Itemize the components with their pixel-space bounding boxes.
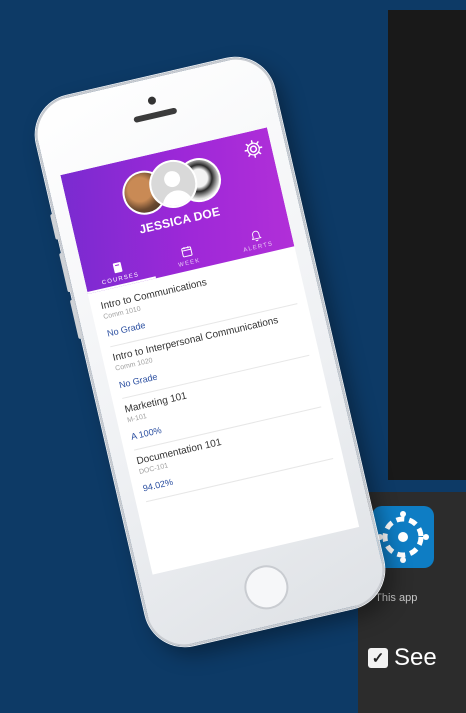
front-camera bbox=[147, 95, 157, 106]
background-panel bbox=[388, 10, 466, 480]
book-icon bbox=[113, 261, 123, 274]
volume-down-button bbox=[69, 299, 83, 340]
phone-device: JESSICA DOE COURSES WEEK ALERTS Intro to… bbox=[27, 49, 393, 655]
tab-alerts-label: ALERTS bbox=[242, 241, 274, 254]
checkbox-label: See bbox=[394, 644, 437, 671]
course-list: Intro to Communications Comm 1010 No Gra… bbox=[88, 246, 344, 508]
volume-up-button bbox=[58, 252, 72, 293]
phone-screen: JESSICA DOE COURSES WEEK ALERTS Intro to… bbox=[60, 127, 360, 575]
tab-week-label: WEEK bbox=[177, 257, 202, 269]
side-button bbox=[49, 213, 60, 240]
home-button[interactable] bbox=[240, 560, 293, 614]
checkbox[interactable]: ✓ bbox=[368, 648, 388, 668]
app-note-text: * This app bbox=[368, 592, 418, 604]
earpiece-speaker bbox=[133, 107, 178, 124]
gear-icon[interactable] bbox=[241, 137, 265, 161]
calendar-icon bbox=[181, 246, 193, 258]
bell-icon bbox=[251, 230, 262, 242]
see-checkbox-row[interactable]: ✓ See bbox=[368, 644, 437, 672]
